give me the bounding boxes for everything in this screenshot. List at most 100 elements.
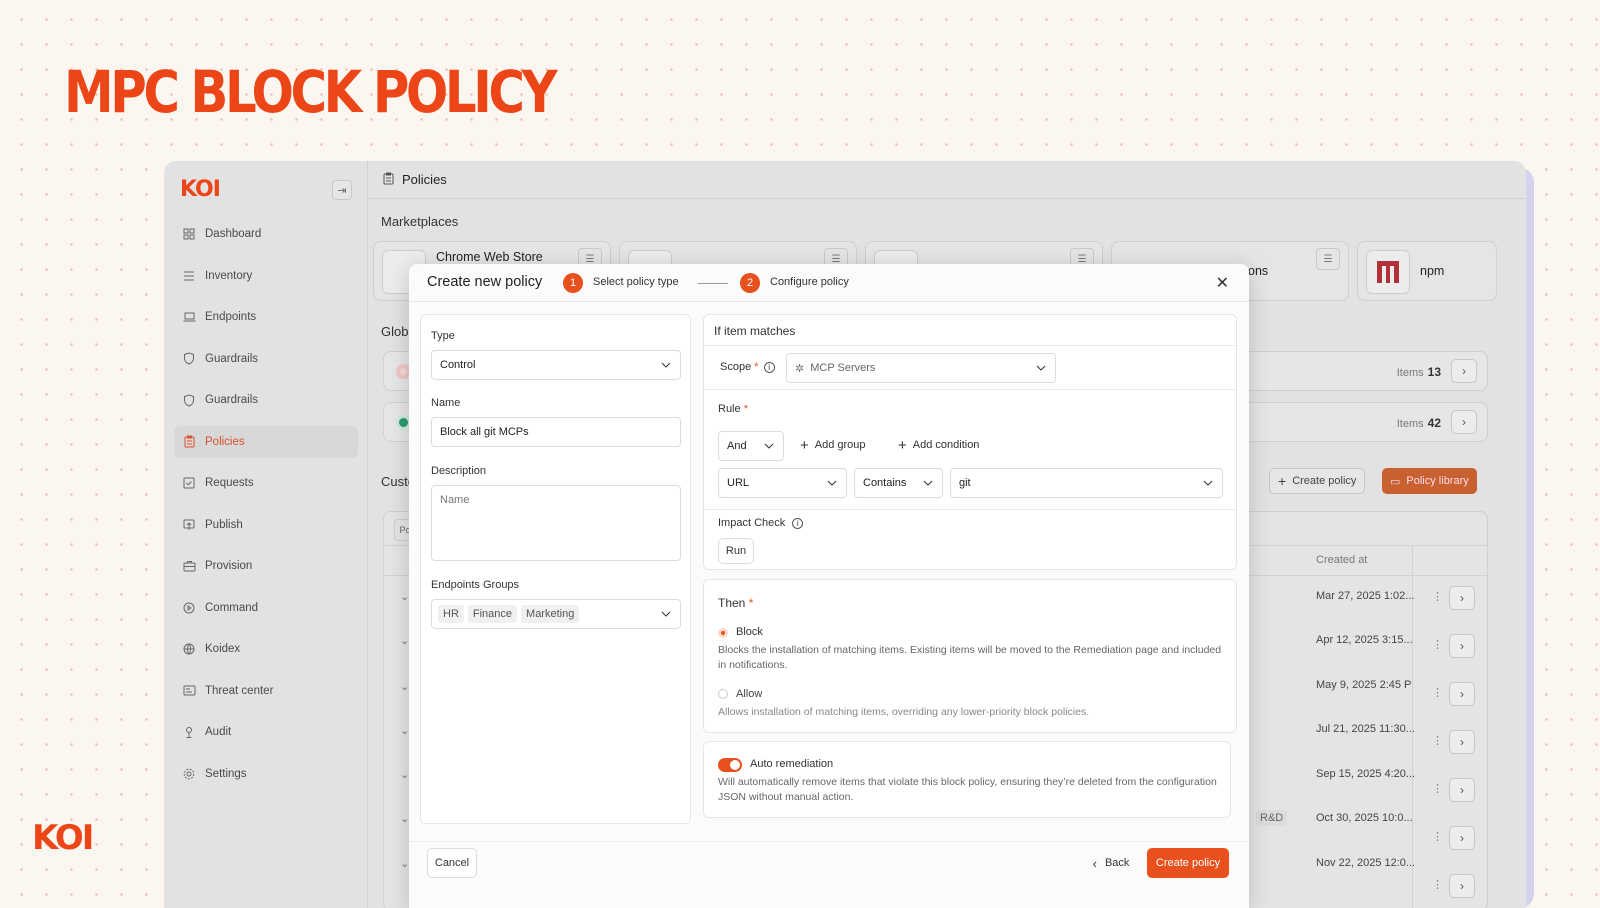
endpoints-groups-select[interactable]: HR Finance Marketing xyxy=(431,599,681,629)
more-options-icon[interactable]: ⋮ xyxy=(1432,830,1443,843)
shield-icon xyxy=(182,352,196,366)
endpoints-groups-label: Endpoints Groups xyxy=(431,579,520,591)
tag-chip: R&D xyxy=(1256,810,1288,826)
sidebar-item-threat-center[interactable]: Threat center xyxy=(174,675,358,707)
close-icon[interactable]: ✕ xyxy=(1216,273,1229,293)
sidebar-item-policies[interactable]: Policies xyxy=(174,425,358,458)
sidebar-item-label: Dashboard xyxy=(205,228,262,240)
sidebar-item-label: Publish xyxy=(205,518,243,531)
chevron-right-icon[interactable]: › xyxy=(1451,359,1477,383)
block-radio[interactable] xyxy=(718,628,728,638)
expand-chevron-icon[interactable]: ⌄ xyxy=(400,634,409,647)
create-policy-button[interactable]: + Create policy xyxy=(1269,468,1366,494)
sidebar-item-endpoints[interactable]: Endpoints xyxy=(174,301,358,333)
expand-chevron-icon[interactable]: ⌄ xyxy=(400,724,409,737)
condition-operator-select[interactable]: Contains xyxy=(854,468,943,498)
step-number: 2 xyxy=(740,273,760,293)
marketplace-name: Chrome Web Store xyxy=(436,250,543,264)
created-at-cell: Oct 30, 2025 10:0... xyxy=(1316,812,1413,824)
chevron-right-icon[interactable]: › xyxy=(1449,730,1475,754)
condition-value-select[interactable]: git xyxy=(950,468,1223,498)
chevron-right-icon[interactable]: › xyxy=(1449,586,1475,610)
created-at-cell: May 9, 2025 2:45 P xyxy=(1316,679,1412,691)
modal-footer-divider xyxy=(409,841,1249,842)
created-at-cell: Mar 27, 2025 1:02... xyxy=(1316,590,1414,602)
sidebar-item-audit[interactable]: Audit xyxy=(174,716,358,748)
create-policy-submit-button[interactable]: Create policy xyxy=(1147,848,1229,878)
rule-operator-select[interactable]: And xyxy=(718,431,784,461)
sidebar-item-command[interactable]: Command xyxy=(174,592,358,624)
sidebar-item-inventory[interactable]: Inventory xyxy=(174,260,358,292)
sidebar-item-settings[interactable]: Settings xyxy=(174,758,358,790)
description-label: Description xyxy=(431,465,487,477)
sidebar-item-label: Command xyxy=(205,601,259,614)
allow-radio[interactable] xyxy=(718,689,728,699)
sidebar-item-guardrails-2[interactable]: Guardrails xyxy=(174,384,358,416)
condition-field-select[interactable]: URL xyxy=(718,468,847,498)
run-button[interactable]: Run xyxy=(718,538,754,564)
more-options-icon[interactable]: ⋮ xyxy=(1432,638,1443,651)
auto-remediation-toggle[interactable] xyxy=(718,758,742,772)
type-select[interactable]: Control xyxy=(431,350,681,380)
scope-select[interactable]: ✲ MCP Servers xyxy=(786,353,1056,383)
expand-chevron-icon[interactable]: ⌄ xyxy=(400,857,409,870)
sidebar-item-publish[interactable]: Publish xyxy=(174,509,358,541)
add-condition-button[interactable]: + Add condition xyxy=(898,437,979,454)
items-count: Items 13 xyxy=(1396,365,1441,379)
created-at-cell: Sep 15, 2025 4:20... xyxy=(1316,768,1414,780)
expand-chevron-icon[interactable]: ⌄ xyxy=(400,812,409,825)
chevron-right-icon[interactable]: › xyxy=(1449,634,1475,658)
description-textarea[interactable]: Name xyxy=(431,485,681,561)
add-group-button[interactable]: + Add group xyxy=(800,437,866,454)
grid-icon xyxy=(182,227,196,241)
policy-library-button[interactable]: ▭ Policy library xyxy=(1382,468,1477,494)
marketplace-name: ons xyxy=(1248,264,1269,278)
chevron-right-icon[interactable]: › xyxy=(1449,682,1475,706)
sidebar-item-label: Requests xyxy=(205,477,254,489)
more-options-icon[interactable]: ⋮ xyxy=(1432,686,1443,699)
page-header: Policies xyxy=(369,161,1526,199)
sidebar-item-requests[interactable]: Requests xyxy=(174,467,358,499)
cancel-button[interactable]: Cancel xyxy=(427,848,477,878)
block-description: Blocks the installation of matching item… xyxy=(718,644,1222,671)
chevron-right-icon[interactable]: › xyxy=(1449,826,1475,850)
chevron-right-icon[interactable]: › xyxy=(1451,410,1477,434)
more-options-icon[interactable]: ⋮ xyxy=(1432,878,1443,891)
expand-chevron-icon[interactable]: ⌄ xyxy=(400,590,409,603)
created-at-header: Created at xyxy=(1316,554,1368,566)
chevron-right-icon[interactable]: › xyxy=(1449,874,1475,898)
collapse-sidebar-icon[interactable]: ⇥ xyxy=(332,180,352,200)
name-input[interactable]: Block all git MCPs xyxy=(431,417,681,447)
id-card-icon xyxy=(182,684,196,698)
sidebar-item-koidex[interactable]: Koidex xyxy=(174,633,358,665)
chevron-down-icon xyxy=(827,480,837,486)
sidebar-item-dashboard[interactable]: Dashboard xyxy=(174,218,358,250)
modal-title: Create new policy xyxy=(427,274,543,290)
settings-sliders-icon[interactable]: ☰ xyxy=(1316,248,1340,270)
type-label: Type xyxy=(431,330,455,342)
expand-chevron-icon[interactable]: ⌄ xyxy=(400,680,409,693)
chevron-down-icon xyxy=(661,611,671,617)
globe-icon xyxy=(182,642,196,656)
marketplace-card-npm[interactable]: npm xyxy=(1357,241,1497,301)
sidebar-item-provision[interactable]: Provision xyxy=(174,550,358,582)
more-options-icon[interactable]: ⋮ xyxy=(1432,734,1443,747)
chevron-right-icon[interactable]: › xyxy=(1449,778,1475,802)
clipboard-icon xyxy=(182,435,196,449)
more-options-icon[interactable]: ⋮ xyxy=(1432,782,1443,795)
step-label[interactable]: Select policy type xyxy=(593,276,679,288)
sidebar-item-label: Settings xyxy=(205,767,247,780)
modal-header: Create new policy 1 Select policy type 2… xyxy=(409,264,1249,302)
step-label[interactable]: Configure policy xyxy=(770,276,849,288)
auto-remediation-description: Will automatically remove items that vio… xyxy=(718,776,1217,803)
step-number: 1 xyxy=(563,273,583,293)
hero-title: MPC BLOCK POLICY xyxy=(64,58,558,126)
sidebar-item-guardrails[interactable]: Guardrails xyxy=(174,343,358,375)
block-label: Block xyxy=(736,626,763,638)
name-label: Name xyxy=(431,397,461,409)
back-button[interactable]: ‹ Back xyxy=(1082,848,1140,878)
koi-corner-logo: KOI xyxy=(32,818,94,858)
expand-chevron-icon[interactable]: ⌄ xyxy=(400,768,409,781)
scope-label: Scope * i xyxy=(720,361,775,373)
more-options-icon[interactable]: ⋮ xyxy=(1432,590,1443,603)
